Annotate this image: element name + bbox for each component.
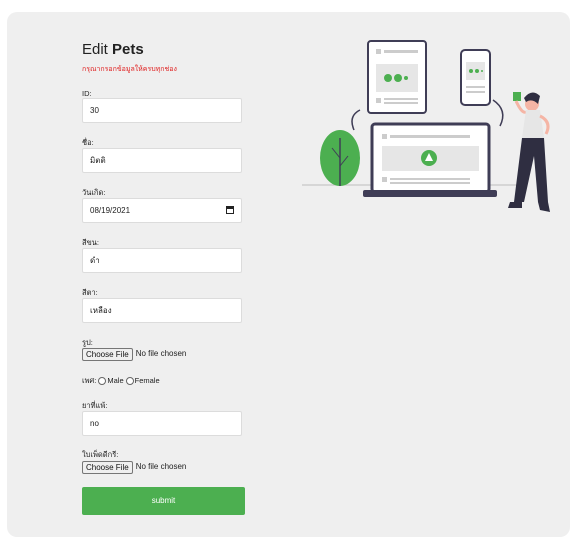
picture-choose-file-button[interactable]: Choose File [82, 347, 133, 361]
fur-color-label: สีขน: [82, 238, 99, 247]
sex-label: เพศ: [82, 376, 97, 385]
picture-file-input: Choose File No file chosen [82, 347, 186, 361]
picture-file-status: No file chosen [135, 349, 187, 358]
person-figure [508, 92, 550, 212]
pedigree-choose-file-button[interactable]: Choose File [82, 460, 133, 474]
name-label: ชื่อ: [82, 138, 94, 147]
title-bold: Pets [112, 41, 144, 58]
calendar-icon[interactable] [226, 206, 234, 214]
eye-color-label: สีตา: [82, 288, 98, 297]
required-notice: กรุณากรอกข้อมูลให้ครบทุกช่อง [82, 66, 177, 73]
male-radio[interactable] [98, 377, 107, 385]
id-field[interactable]: 30 [82, 98, 242, 123]
title-prefix: Edit [82, 41, 113, 58]
male-label: Male [107, 376, 124, 385]
allergy-field[interactable]: no [82, 411, 242, 436]
edit-pet-form: Edit Pets กรุณากรอกข้อมูลให้ครบทุกช่อง I… [82, 41, 247, 515]
arrow-left-icon [351, 109, 361, 131]
name-field[interactable]: มิตติ [82, 148, 242, 173]
arrow-right-icon [492, 99, 504, 127]
pedigree-label: ใบเพ็ดดีกรี: [82, 450, 119, 459]
page-title: Edit Pets [82, 41, 247, 59]
allergy-label: ยาที่แพ้: [82, 401, 108, 410]
female-label: Female [134, 376, 160, 385]
pedigree-file-input: Choose File No file chosen [82, 460, 186, 474]
birthdate-field[interactable]: 08/19/2021 [82, 198, 242, 223]
birthdate-value: 08/19/2021 [90, 206, 131, 215]
picture-label: รูป: [82, 338, 93, 347]
submit-button[interactable]: submit [82, 487, 245, 515]
pedigree-file-status: No file chosen [135, 462, 187, 471]
fur-color-field[interactable]: ดำ [82, 248, 242, 273]
female-radio[interactable] [125, 377, 134, 385]
sex-radio-group: เพศ: Male Female [82, 376, 160, 386]
devices-illustration [302, 40, 550, 212]
eye-color-field[interactable]: เหลือง [82, 298, 242, 323]
id-label: ID: [82, 89, 92, 98]
birthdate-label: วันเกิด: [82, 188, 106, 197]
